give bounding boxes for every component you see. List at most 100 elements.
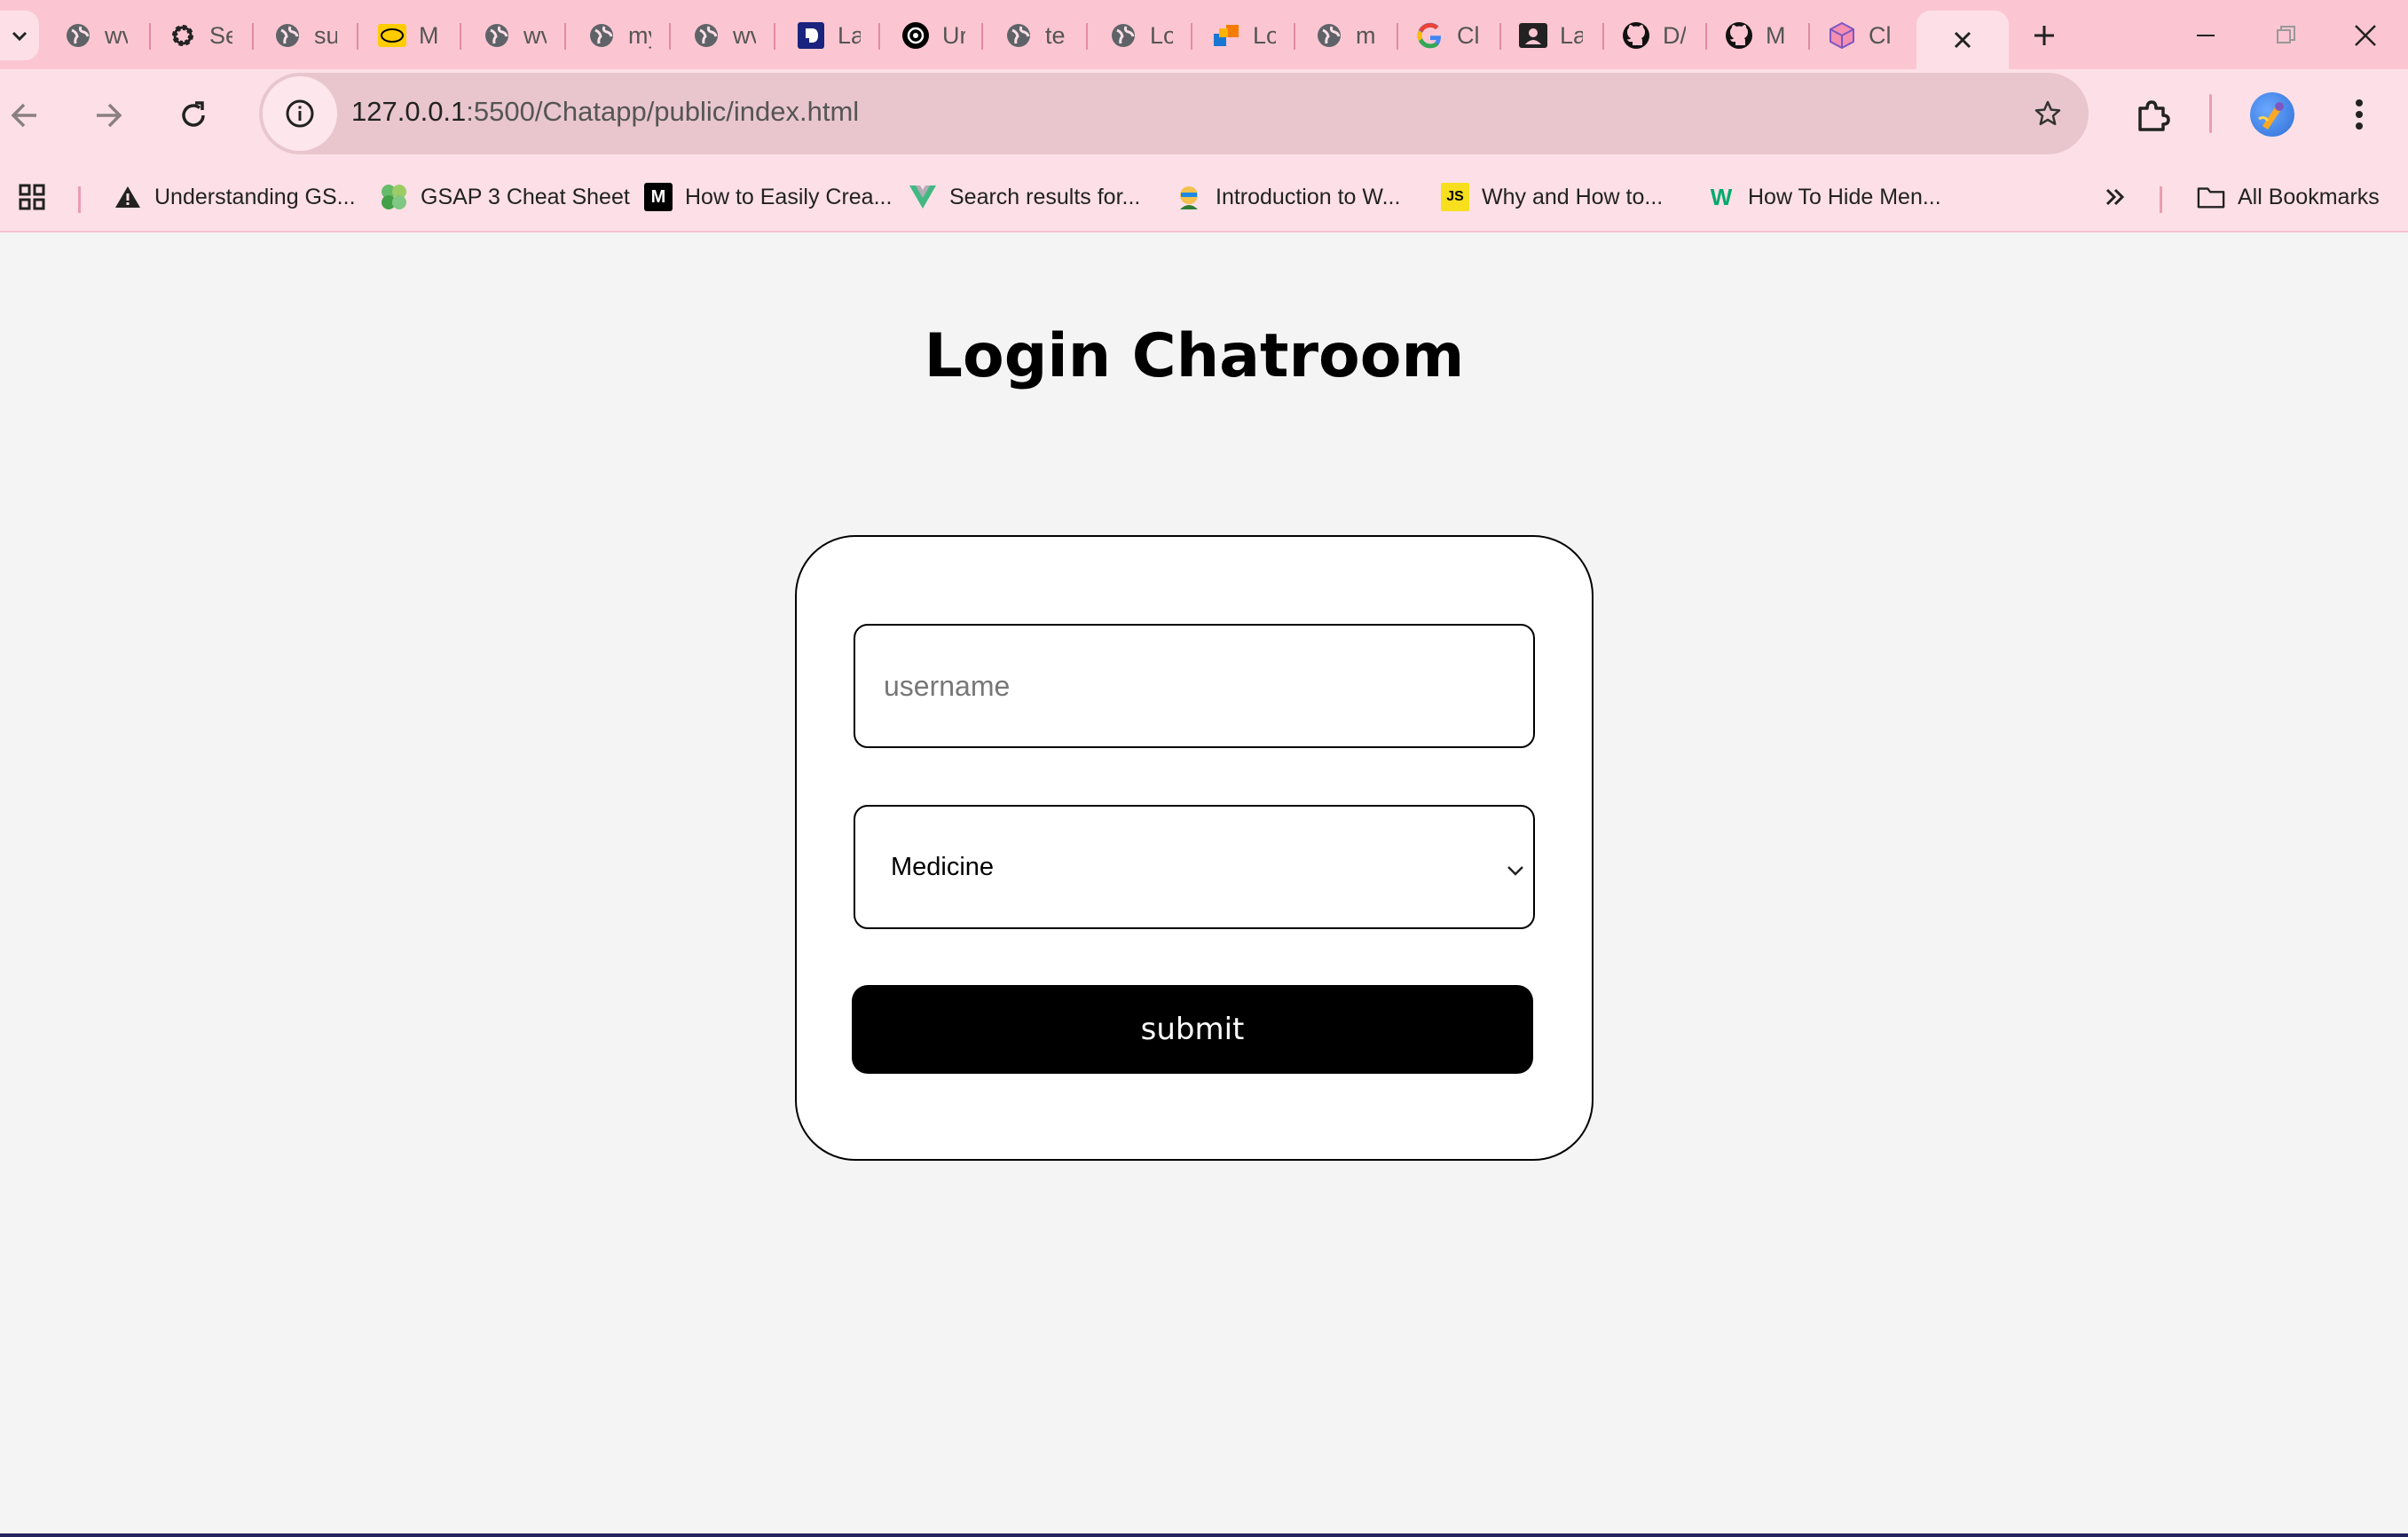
restore-button[interactable] [2259,12,2312,59]
tab-divider [1705,23,1707,50]
w3-icon: W [1710,183,1733,210]
browser-toolbar: 127.0.0.1:5500/Chatapp/public/index.html [0,69,2408,162]
bookmark-2[interactable]: GSAP 3 Cheat Sheet [380,177,630,217]
bookmarks-bar: Understanding GS... GSAP 3 Cheat Sheet M… [0,162,2408,233]
minimize-button[interactable] [2179,12,2232,59]
tab-9[interactable]: Ur [901,14,965,57]
all-bookmarks-button[interactable]: All Bookmarks [2197,177,2380,217]
puzzle-icon [2138,100,2170,131]
tab-3[interactable]: su [273,14,337,57]
bookmark-1[interactable]: Understanding GS... [114,177,356,217]
globe-icon [692,21,720,50]
tab-7[interactable]: wv [692,14,756,57]
chevron-down-icon [1507,866,1523,876]
tab-6[interactable]: my [587,14,651,57]
avatar-icon [1175,183,1203,211]
tab-1[interactable]: wv [64,14,128,57]
tab-12[interactable]: Lo [1212,14,1276,57]
tab-2[interactable]: Se [169,14,232,57]
chevron-down-icon [12,31,28,42]
toolbar-divider [2209,94,2212,133]
back-button[interactable] [0,91,50,140]
tab-15[interactable]: La [1519,14,1583,57]
cubes-icon [1212,21,1240,50]
gear-icon [169,21,197,50]
arrow-left-icon [11,103,36,128]
minimize-icon [2197,35,2215,36]
reload-icon [182,101,205,127]
tab-search-button[interactable] [0,11,39,60]
active-tab[interactable] [1916,11,2009,69]
d-logo-icon [797,21,825,50]
bookmark-star-button[interactable] [2026,92,2069,135]
tab-divider [564,23,566,50]
star-icon [2034,100,2061,126]
bookmark-4[interactable]: Search results for... [909,177,1140,217]
tab-divider [878,23,880,50]
tab-divider [774,23,775,50]
tab-divider [1086,23,1088,50]
contact-card-icon [1519,21,1547,50]
profile-avatar[interactable] [2250,92,2294,137]
globe-icon [1315,21,1343,50]
tab-divider [149,23,151,50]
reload-button[interactable] [169,91,218,140]
username-field[interactable] [854,624,1535,748]
tab-divider [252,23,254,50]
bookmark-6[interactable]: JS Why and How to... [1441,177,1663,217]
tab-11[interactable]: Lo [1109,14,1173,57]
globe-icon [64,21,92,50]
tab-18[interactable]: Cl [1828,14,1892,57]
globe-icon [483,21,511,50]
room-select[interactable]: Medicine [854,805,1535,929]
tab-divider [981,23,983,50]
url-path: :5500/Chatapp/public/index.html [466,96,860,127]
tab-5[interactable]: wv [483,14,547,57]
close-icon [2355,25,2376,46]
tab-16[interactable]: D/ [1622,14,1686,57]
extensions-button[interactable] [2128,91,2177,140]
tab-divider [669,23,671,50]
tab-divider [460,23,461,50]
tab-divider [357,23,358,50]
close-tab-icon[interactable] [1953,30,1972,50]
vue-icon [909,183,937,211]
forward-button[interactable] [83,91,133,140]
browser-menu-button[interactable] [2337,92,2381,137]
tab-10[interactable]: te [1004,14,1068,57]
submit-button[interactable]: submit [852,985,1533,1074]
tab-8[interactable]: La [797,14,861,57]
openai-icon [901,21,930,50]
bookmark-5[interactable]: Introduction to W... [1175,177,1400,217]
apps-button[interactable] [18,177,46,217]
bookmark-divider [78,186,81,213]
tab-14[interactable]: Cl [1416,14,1480,57]
more-bookmarks-button[interactable] [2101,177,2129,217]
site-info-button[interactable] [263,76,337,151]
bookmark-3[interactable]: M How to Easily Crea... [644,177,892,217]
username-input[interactable] [855,626,1533,746]
tab-strip: wv Se su M wv my wv La Ur te [0,0,2408,69]
window-bottom-edge [0,1533,2408,1537]
plus-icon [2034,26,2054,45]
page-title: Login Chatroom [924,321,1465,391]
google-icon [1416,21,1444,50]
apps-grid-icon [18,183,46,211]
tab-divider [1294,23,1295,50]
bookmark-7[interactable]: W How To Hide Men... [1707,177,1941,217]
box-icon [1828,21,1856,50]
address-bar[interactable]: 127.0.0.1:5500/Chatapp/public/index.html [259,73,2089,154]
tab-4[interactable]: M [378,14,442,57]
tab-13[interactable]: m [1315,14,1379,57]
tab-divider [1602,23,1604,50]
github-icon [1622,21,1650,50]
url-text[interactable]: 127.0.0.1:5500/Chatapp/public/index.html [351,96,859,128]
new-tab-button[interactable] [2025,16,2064,55]
github-icon [1725,21,1753,50]
mtn-icon [378,21,406,50]
close-window-button[interactable] [2339,12,2392,59]
tab-17[interactable]: M [1725,14,1789,57]
gsap-icon [380,183,408,211]
double-chevron-right-icon [2101,183,2129,211]
globe-icon [1109,21,1137,50]
